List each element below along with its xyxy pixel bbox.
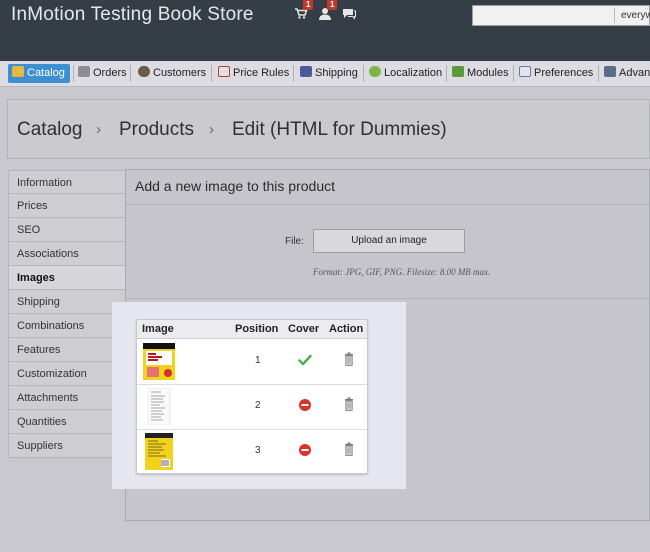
catalog-icon [12, 66, 24, 77]
search-scope-select[interactable]: everyw [621, 10, 650, 21]
menu-customers-label: Customers [153, 67, 207, 79]
file-label: File: [285, 236, 304, 247]
menu-separator [130, 65, 131, 82]
table-row: 3 [137, 429, 367, 474]
tab-associations[interactable]: Associations [8, 242, 126, 266]
image-position: 3 [255, 445, 261, 456]
main-menu: Catalog Orders Customers Price Rules Shi… [0, 61, 650, 87]
col-position: Position [235, 323, 279, 335]
panel-divider [126, 298, 649, 299]
menu-catalog[interactable]: Catalog [8, 64, 70, 83]
cover-disabled-icon[interactable] [298, 398, 312, 412]
menu-shipping[interactable]: Shipping [300, 64, 358, 83]
tab-combinations[interactable]: Combinations [8, 314, 126, 338]
tab-attachments[interactable]: Attachments [8, 386, 126, 410]
localization-icon [369, 66, 381, 77]
format-hint: Format: JPG, GIF, PNG. Filesize: 8.00 MB… [313, 267, 491, 277]
menu-preferences[interactable]: Preferences [519, 64, 593, 83]
tab-images[interactable]: Images [8, 266, 126, 290]
tab-quantities[interactable]: Quantities [8, 410, 126, 434]
image-position: 1 [255, 355, 261, 366]
search-divider [614, 8, 615, 23]
messages-notification[interactable] [342, 7, 356, 23]
menu-separator [363, 65, 364, 82]
image-table: Image Position Cover Action 1 2 3 [136, 319, 368, 474]
panel-title: Add a new image to this product [135, 178, 336, 194]
col-cover: Cover [288, 323, 320, 335]
menu-preferences-label: Preferences [534, 67, 594, 79]
delete-icon[interactable] [344, 352, 354, 366]
search-input[interactable]: everyw [472, 5, 650, 26]
cover-disabled-icon[interactable] [298, 443, 312, 457]
page-head: Catalog › Products › Edit (HTML for Dumm… [7, 99, 650, 159]
preferences-icon [519, 66, 531, 77]
messages-icon [342, 8, 356, 23]
cart-notification[interactable]: 1 [294, 0, 314, 23]
image-position: 2 [255, 400, 261, 411]
menu-advanced-label: Advan [619, 67, 650, 79]
col-action: Action [329, 323, 364, 335]
customers-notification[interactable]: 1 [318, 0, 338, 23]
upload-image-button[interactable]: Upload an image [313, 229, 465, 253]
image-thumbnail[interactable] [143, 433, 175, 470]
delete-icon[interactable] [344, 442, 354, 456]
image-thumbnail[interactable] [143, 343, 175, 380]
tab-suppliers[interactable]: Suppliers [8, 434, 126, 458]
menu-shipping-label: Shipping [315, 67, 358, 79]
product-tabs: Information Prices SEO Associations Imag… [8, 170, 126, 458]
menu-advanced[interactable]: Advan [604, 64, 650, 83]
tab-prices[interactable]: Prices [8, 194, 126, 218]
menu-customers[interactable]: Customers [138, 64, 206, 83]
table-row: 1 [137, 339, 367, 385]
col-image: Image [142, 323, 174, 335]
delete-icon[interactable] [344, 397, 354, 411]
customers-icon [318, 8, 332, 23]
cover-check-icon[interactable] [298, 353, 312, 367]
table-header: Image Position Cover Action [137, 320, 367, 339]
tab-shipping[interactable]: Shipping [8, 290, 126, 314]
menu-separator [513, 65, 514, 82]
modules-icon [452, 66, 464, 77]
menu-modules-label: Modules [467, 67, 509, 79]
orders-icon [78, 66, 90, 77]
panel-divider [126, 204, 649, 205]
cart-icon [294, 8, 308, 23]
menu-orders-label: Orders [93, 67, 127, 79]
tab-customization[interactable]: Customization [8, 362, 126, 386]
tab-information[interactable]: Information [8, 170, 126, 194]
menu-separator [446, 65, 447, 82]
shop-name[interactable]: InMotion Testing Book Store [11, 4, 254, 26]
menu-separator [293, 65, 294, 82]
menu-catalog-label: Catalog [27, 67, 65, 79]
breadcrumb-edit: Edit (HTML for Dummies) [232, 119, 447, 140]
tab-seo[interactable]: SEO [8, 218, 126, 242]
menu-orders[interactable]: Orders [78, 64, 127, 83]
advanced-icon [604, 66, 616, 77]
menu-localization[interactable]: Localization [369, 64, 442, 83]
menu-separator [211, 65, 212, 82]
customers-icon [138, 66, 150, 77]
breadcrumb-catalog[interactable]: Catalog [17, 119, 83, 141]
menu-modules[interactable]: Modules [452, 64, 509, 83]
menu-separator [73, 65, 74, 82]
table-row: 2 [137, 384, 367, 430]
cart-count-badge: 1 [303, 0, 314, 10]
customers-count-badge: 1 [327, 0, 338, 10]
tab-features[interactable]: Features [8, 338, 126, 362]
shipping-icon [300, 66, 312, 77]
menu-separator [598, 65, 599, 82]
breadcrumb-separator: › [209, 121, 214, 138]
menu-price-rules[interactable]: Price Rules [218, 64, 289, 83]
breadcrumb-products[interactable]: Products [119, 119, 194, 141]
menu-localization-label: Localization [384, 67, 443, 79]
menu-price-rules-label: Price Rules [233, 67, 290, 79]
admin-header: InMotion Testing Book Store 1 1 everyw [0, 0, 650, 61]
breadcrumb-separator: › [96, 121, 101, 138]
image-thumbnail[interactable] [143, 387, 175, 426]
price-rules-icon [218, 66, 230, 77]
